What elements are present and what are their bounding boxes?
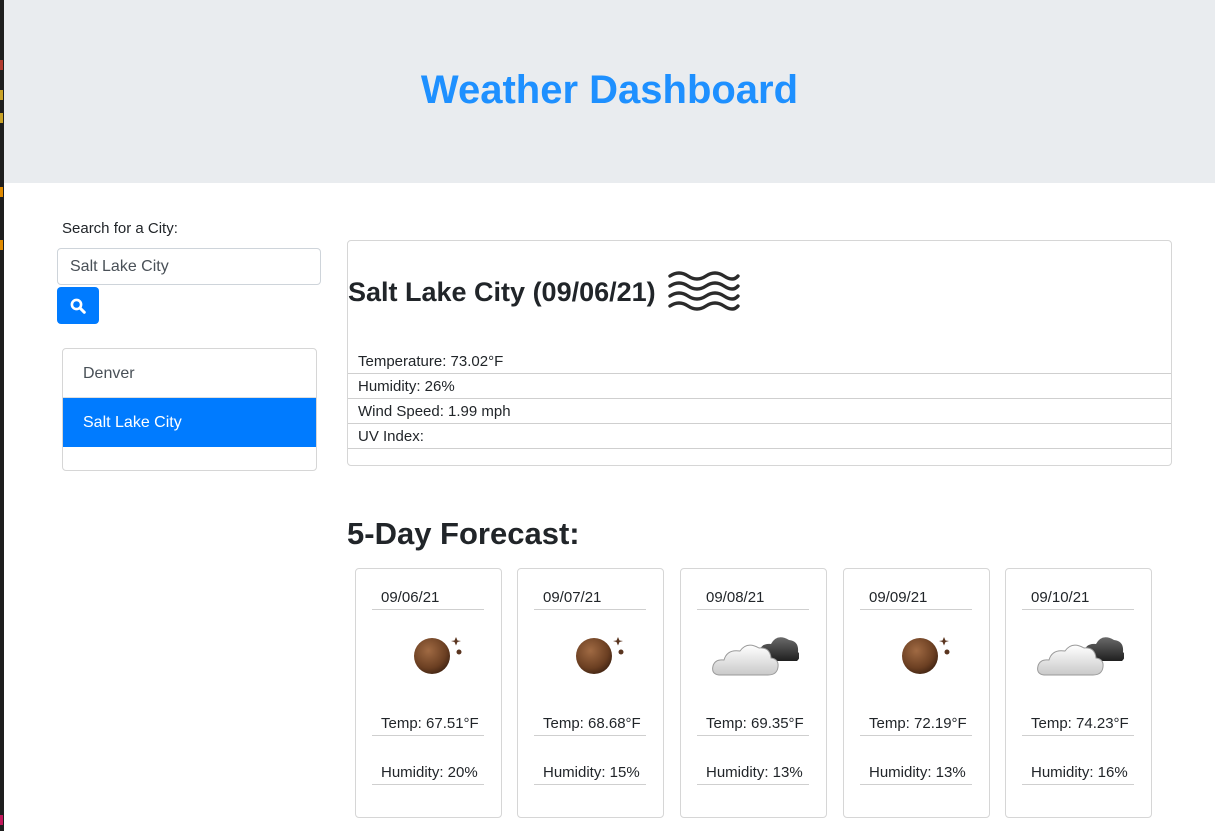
current-temperature: Temperature: 73.02°F (348, 349, 1171, 374)
forecast-heading: 5-Day Forecast: (347, 516, 580, 551)
edge-mark (0, 60, 3, 70)
forecast-date: 09/07/21 (534, 585, 646, 610)
wind-haze-icon (667, 271, 740, 311)
edge-mark (0, 187, 3, 197)
edge-mark (0, 240, 3, 250)
current-humidity: Humidity: 26% (348, 374, 1171, 399)
search-history-list: Denver Salt Lake City (62, 348, 317, 471)
clouds-icon (712, 637, 799, 676)
current-city-heading: Salt Lake City (09/06/21) (348, 277, 656, 307)
forecast-temp: Temp: 72.19°F (860, 711, 972, 736)
forecast-humidity: Humidity: 13% (860, 760, 972, 785)
forecast-humidity: Humidity: 20% (372, 760, 484, 785)
history-item-denver[interactable]: Denver (63, 349, 316, 398)
edge-mark (0, 815, 3, 825)
forecast-date: 09/09/21 (860, 585, 972, 610)
clouds-icon (1037, 637, 1124, 676)
current-weather-details: Temperature: 73.02°F Humidity: 26% Wind … (348, 349, 1171, 449)
forecast-card-day-2: 09/07/21 Temp: 68.68°F Humidity: 15% (517, 568, 664, 818)
current-uv-index: UV Index: (348, 424, 1171, 449)
forecast-card-day-4: 09/09/21 Temp: 72.19°F Humidity: 13% (843, 568, 990, 818)
history-item-salt-lake-city[interactable]: Salt Lake City (63, 398, 316, 447)
forecast-temp: Temp: 74.23°F (1022, 711, 1134, 736)
forecast-card-day-5: 09/10/21 Temp: 74.23°F Humidity: 16% (1005, 568, 1152, 818)
search-label: Search for a City: (62, 220, 178, 237)
clear-night-icon (576, 637, 624, 674)
search-icon (70, 298, 86, 314)
forecast-temp: Temp: 67.51°F (372, 711, 484, 736)
forecast-temp: Temp: 68.68°F (534, 711, 646, 736)
edge-mark (0, 113, 3, 123)
forecast-humidity: Humidity: 16% (1022, 760, 1134, 785)
header-banner: Weather Dashboard (4, 0, 1215, 183)
city-search-input[interactable] (57, 248, 321, 285)
forecast-date: 09/10/21 (1022, 585, 1134, 610)
current-wind-speed: Wind Speed: 1.99 mph (348, 399, 1171, 424)
forecast-card-day-1: 09/06/21 Temp: 67.51°F Humidity: 20% (355, 568, 502, 818)
forecast-humidity: Humidity: 13% (697, 760, 809, 785)
current-weather-card: Salt Lake City (09/06/21) Temperature: 7… (347, 240, 1172, 466)
forecast-temp: Temp: 69.35°F (697, 711, 809, 736)
forecast-date: 09/06/21 (372, 585, 484, 610)
forecast-humidity: Humidity: 15% (534, 760, 646, 785)
edge-mark (0, 90, 3, 100)
page-title: Weather Dashboard (420, 68, 799, 112)
forecast-card-day-3: 09/08/21 Temp: 69.35°F Humidity: 13% (680, 568, 827, 818)
clear-night-icon (414, 637, 462, 674)
forecast-date: 09/08/21 (697, 585, 809, 610)
clear-night-icon (902, 637, 950, 674)
search-button[interactable] (57, 287, 99, 324)
